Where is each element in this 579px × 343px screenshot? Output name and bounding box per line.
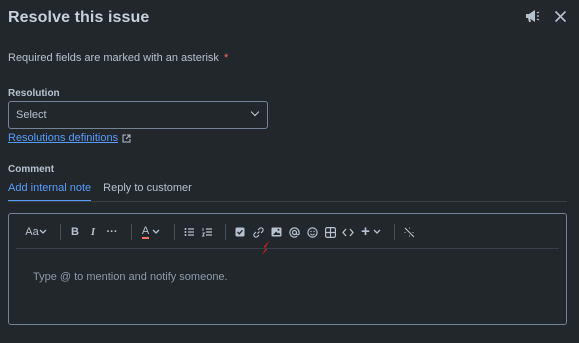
required-note-text: Required fields are marked with an aster… (8, 52, 219, 64)
chevron-down-icon (373, 229, 381, 234)
chevron-down-icon (250, 107, 260, 117)
clear-formatting-icon[interactable] (402, 222, 416, 242)
italic-button[interactable]: I (86, 222, 100, 242)
resolution-label: Resolution (8, 88, 60, 99)
emoji-icon[interactable] (305, 222, 319, 242)
tab-add-internal-note[interactable]: Add internal note (8, 182, 92, 202)
comment-label: Comment (8, 164, 55, 175)
bold-label: B (71, 226, 79, 238)
mention-icon[interactable] (287, 222, 301, 242)
comment-editor[interactable]: Aa B I ··· A + Type @ to mention and not… (8, 213, 567, 325)
header-actions (524, 9, 567, 28)
resolve-issue-dialog: Resolve this issue Required fields are m… (0, 0, 579, 343)
editor-toolbar: Aa B I ··· A + (23, 221, 420, 243)
image-icon[interactable] (269, 222, 283, 242)
code-icon[interactable] (341, 222, 355, 242)
action-item-icon[interactable] (233, 222, 247, 242)
toolbar-divider (16, 248, 559, 249)
toolbar-separator (131, 224, 132, 240)
bullet-list-icon[interactable] (182, 222, 196, 242)
toolbar-separator (225, 224, 226, 240)
more-formatting-button[interactable]: ··· (104, 222, 120, 242)
link-icon[interactable] (251, 222, 265, 242)
text-style-button[interactable]: Aa (23, 222, 49, 242)
text-style-label: Aa (25, 226, 39, 238)
tabs-divider (8, 201, 567, 202)
toolbar-separator (60, 224, 61, 240)
close-icon[interactable] (554, 10, 567, 28)
more-label: ··· (106, 226, 118, 238)
text-color-label: A (141, 224, 150, 239)
bold-button[interactable]: B (68, 222, 82, 242)
toolbar-separator (174, 224, 175, 240)
italic-label: I (90, 226, 96, 238)
numbered-list-icon[interactable] (200, 222, 214, 242)
chevron-down-icon (39, 229, 47, 234)
megaphone-icon[interactable] (524, 9, 540, 28)
comment-placeholder: Type @ to mention and notify someone. (33, 271, 228, 283)
dialog-title: Resolve this issue (8, 9, 150, 26)
text-color-button[interactable]: A (139, 222, 163, 242)
required-fields-note: Required fields are marked with an aster… (8, 52, 228, 64)
tab-reply-to-customer[interactable]: Reply to customer (103, 182, 192, 202)
resolution-select[interactable]: Select (8, 101, 268, 129)
insert-button[interactable]: + (359, 222, 383, 242)
resolutions-definitions-link[interactable]: Resolutions definitions (8, 132, 131, 144)
insert-label: + (361, 223, 370, 240)
resolutions-definitions-label: Resolutions definitions (8, 132, 119, 144)
table-icon[interactable] (323, 222, 337, 242)
required-asterisk: * (224, 52, 229, 64)
toolbar-separator (394, 224, 395, 240)
resolution-select-value: Select (16, 109, 47, 121)
chevron-down-icon (152, 229, 160, 234)
external-link-icon (122, 134, 131, 143)
comment-tabs: Add internal note Reply to customer (8, 182, 192, 202)
